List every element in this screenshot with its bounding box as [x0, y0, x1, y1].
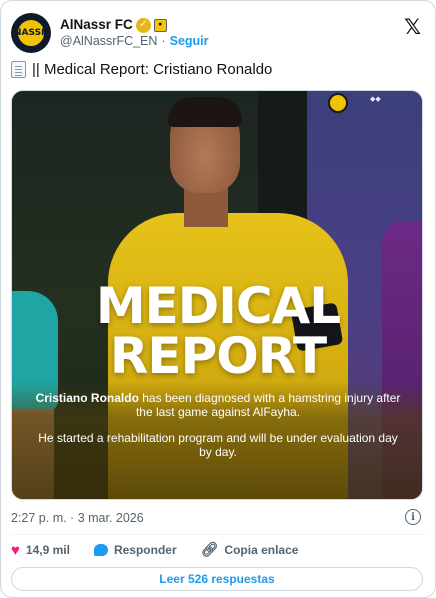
follow-button[interactable]: Seguir — [170, 33, 209, 49]
tweet-header: NASSR AlNassr FC ✓ ● @AlNassrFC_EN · Seg… — [11, 11, 425, 55]
like-button[interactable]: ♥ 14,9 mil — [11, 542, 70, 559]
account-names: AlNassr FC ✓ ● @AlNassrFC_EN · Seguir — [60, 17, 209, 49]
name-row: AlNassr FC ✓ ● — [60, 17, 209, 33]
handle-row: @AlNassrFC_EN · Seguir — [60, 33, 209, 49]
action-bar: ♥ 14,9 mil Responder 🔗︎ Copia enlace — [11, 541, 322, 559]
tweet-timestamp[interactable]: 2:27 p. m. · 3 mar. 2026 — [11, 511, 144, 525]
divider — [11, 534, 425, 535]
document-icon — [11, 61, 26, 78]
club-logo-icon — [328, 93, 348, 113]
link-icon: 🔗︎ — [200, 542, 219, 558]
account-avatar[interactable]: NASSR — [11, 13, 51, 53]
heart-icon: ♥ — [11, 541, 20, 559]
reply-label: Responder — [113, 543, 177, 557]
avatar-text: NASSR — [14, 28, 48, 38]
account-handle[interactable]: @AlNassrFC_EN — [60, 33, 157, 49]
copy-link-label: Copia enlace — [224, 543, 299, 557]
tweet-media-image[interactable]: ◆◆ MEDICAL REPORT Cristiano Ronaldo has … — [11, 90, 423, 500]
affiliation-badge-icon: ● — [153, 18, 167, 32]
verified-badge-icon: ✓ — [135, 17, 151, 33]
display-name[interactable]: AlNassr FC — [60, 17, 133, 33]
sponsor-logo-icon: ◆◆ — [370, 95, 381, 103]
media-title-line2: REPORT — [109, 327, 327, 385]
x-logo-icon[interactable]: 𝕏 — [404, 15, 421, 39]
reply-bubble-icon — [93, 544, 108, 556]
caption-rest: has been diagnosed with a hamstring inju… — [135, 391, 401, 419]
media-title-line1: MEDICAL — [95, 277, 341, 335]
media-caption-1: Cristiano Ronaldo has been diagnosed wit… — [32, 391, 404, 419]
caption-name: Cristiano Ronaldo — [35, 391, 139, 405]
info-icon[interactable]: i — [405, 509, 421, 525]
copy-link-button[interactable]: 🔗︎ Copia enlace — [201, 542, 299, 558]
club-crest-icon: NASSR — [14, 18, 48, 48]
player-neck — [184, 187, 228, 227]
separator: · — [161, 34, 166, 48]
tweet-text-content: || Medical Report: Cristiano Ronaldo — [32, 61, 273, 78]
player-hair — [168, 97, 242, 127]
reply-button[interactable]: Responder — [93, 543, 177, 557]
like-count: 14,9 mil — [25, 543, 70, 557]
tweet-card: NASSR AlNassr FC ✓ ● @AlNassrFC_EN · Seg… — [0, 0, 436, 598]
read-replies-button[interactable]: Leer 526 respuestas — [11, 567, 423, 591]
media-caption-2: He started a rehabilitation program and … — [38, 431, 398, 459]
tweet-text: || Medical Report: Cristiano Ronaldo — [11, 61, 272, 78]
